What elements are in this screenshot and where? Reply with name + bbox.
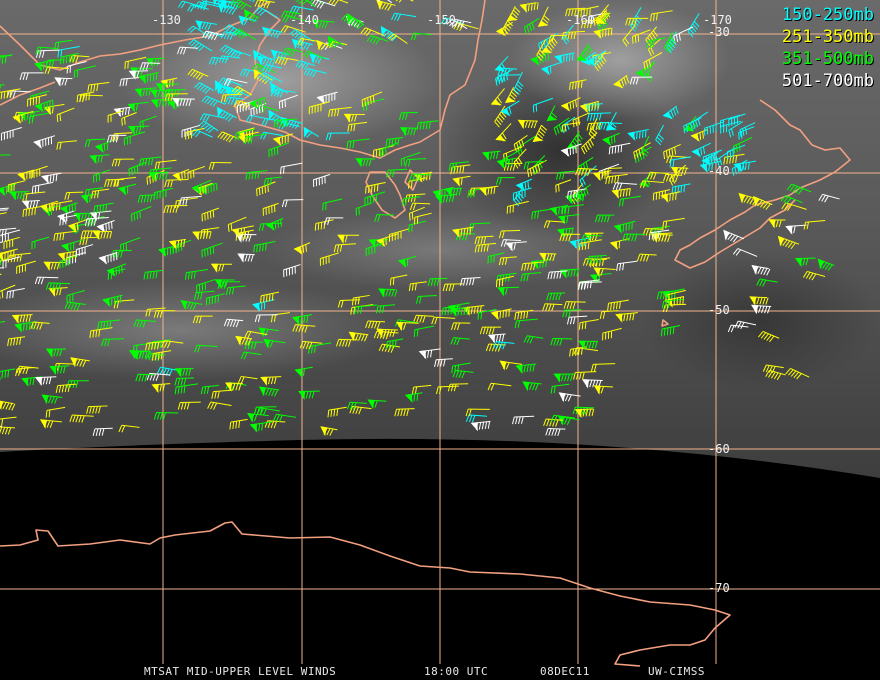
lon-label: -150 [427,13,456,27]
product-name: MTSAT MID-UPPER LEVEL WINDS [144,665,337,678]
legend-entry: 501-700mb [781,71,874,91]
lon-label: -160 [566,13,595,27]
lon-label: -140 [290,13,319,27]
data-source: UW-CIMSS [648,665,705,678]
valid-time: 18:00 UTC [424,665,489,678]
lat-label: -60 [708,442,730,456]
lon-label: -130 [152,13,181,27]
coastline-path [0,521,731,667]
lat-label: -30 [708,25,730,39]
satellite-wind-map: -130 -140 -150 -160 -170 -30 -40 -50 -60… [0,0,880,680]
legend-entry: 251-350mb [781,27,874,47]
legend-entry: 150-250mb [781,5,874,25]
lat-label: -40 [708,164,730,178]
map-canvas [0,0,880,667]
legend-entry: 351-500mb [781,49,874,69]
lat-label: -70 [708,581,730,595]
image-caption: MTSAT MID-UPPER LEVEL WINDS 18:00 UTC 08… [0,664,880,680]
valid-date: 08DEC11 [540,665,590,678]
lat-label: -50 [708,303,730,317]
pressure-legend: 150-250mb 251-350mb 351-500mb 501-700mb [782,4,874,92]
